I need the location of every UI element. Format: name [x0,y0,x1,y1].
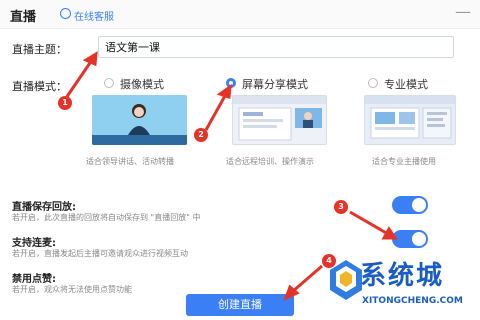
annotation-marker-1: 1 [58,96,72,110]
annotation-marker-2: 2 [194,128,208,142]
watermark-text: 系统城 [360,261,445,291]
annotation-marker-3: 3 [334,200,348,214]
watermark-subtext: XITONGCHENG.COM [362,296,463,306]
